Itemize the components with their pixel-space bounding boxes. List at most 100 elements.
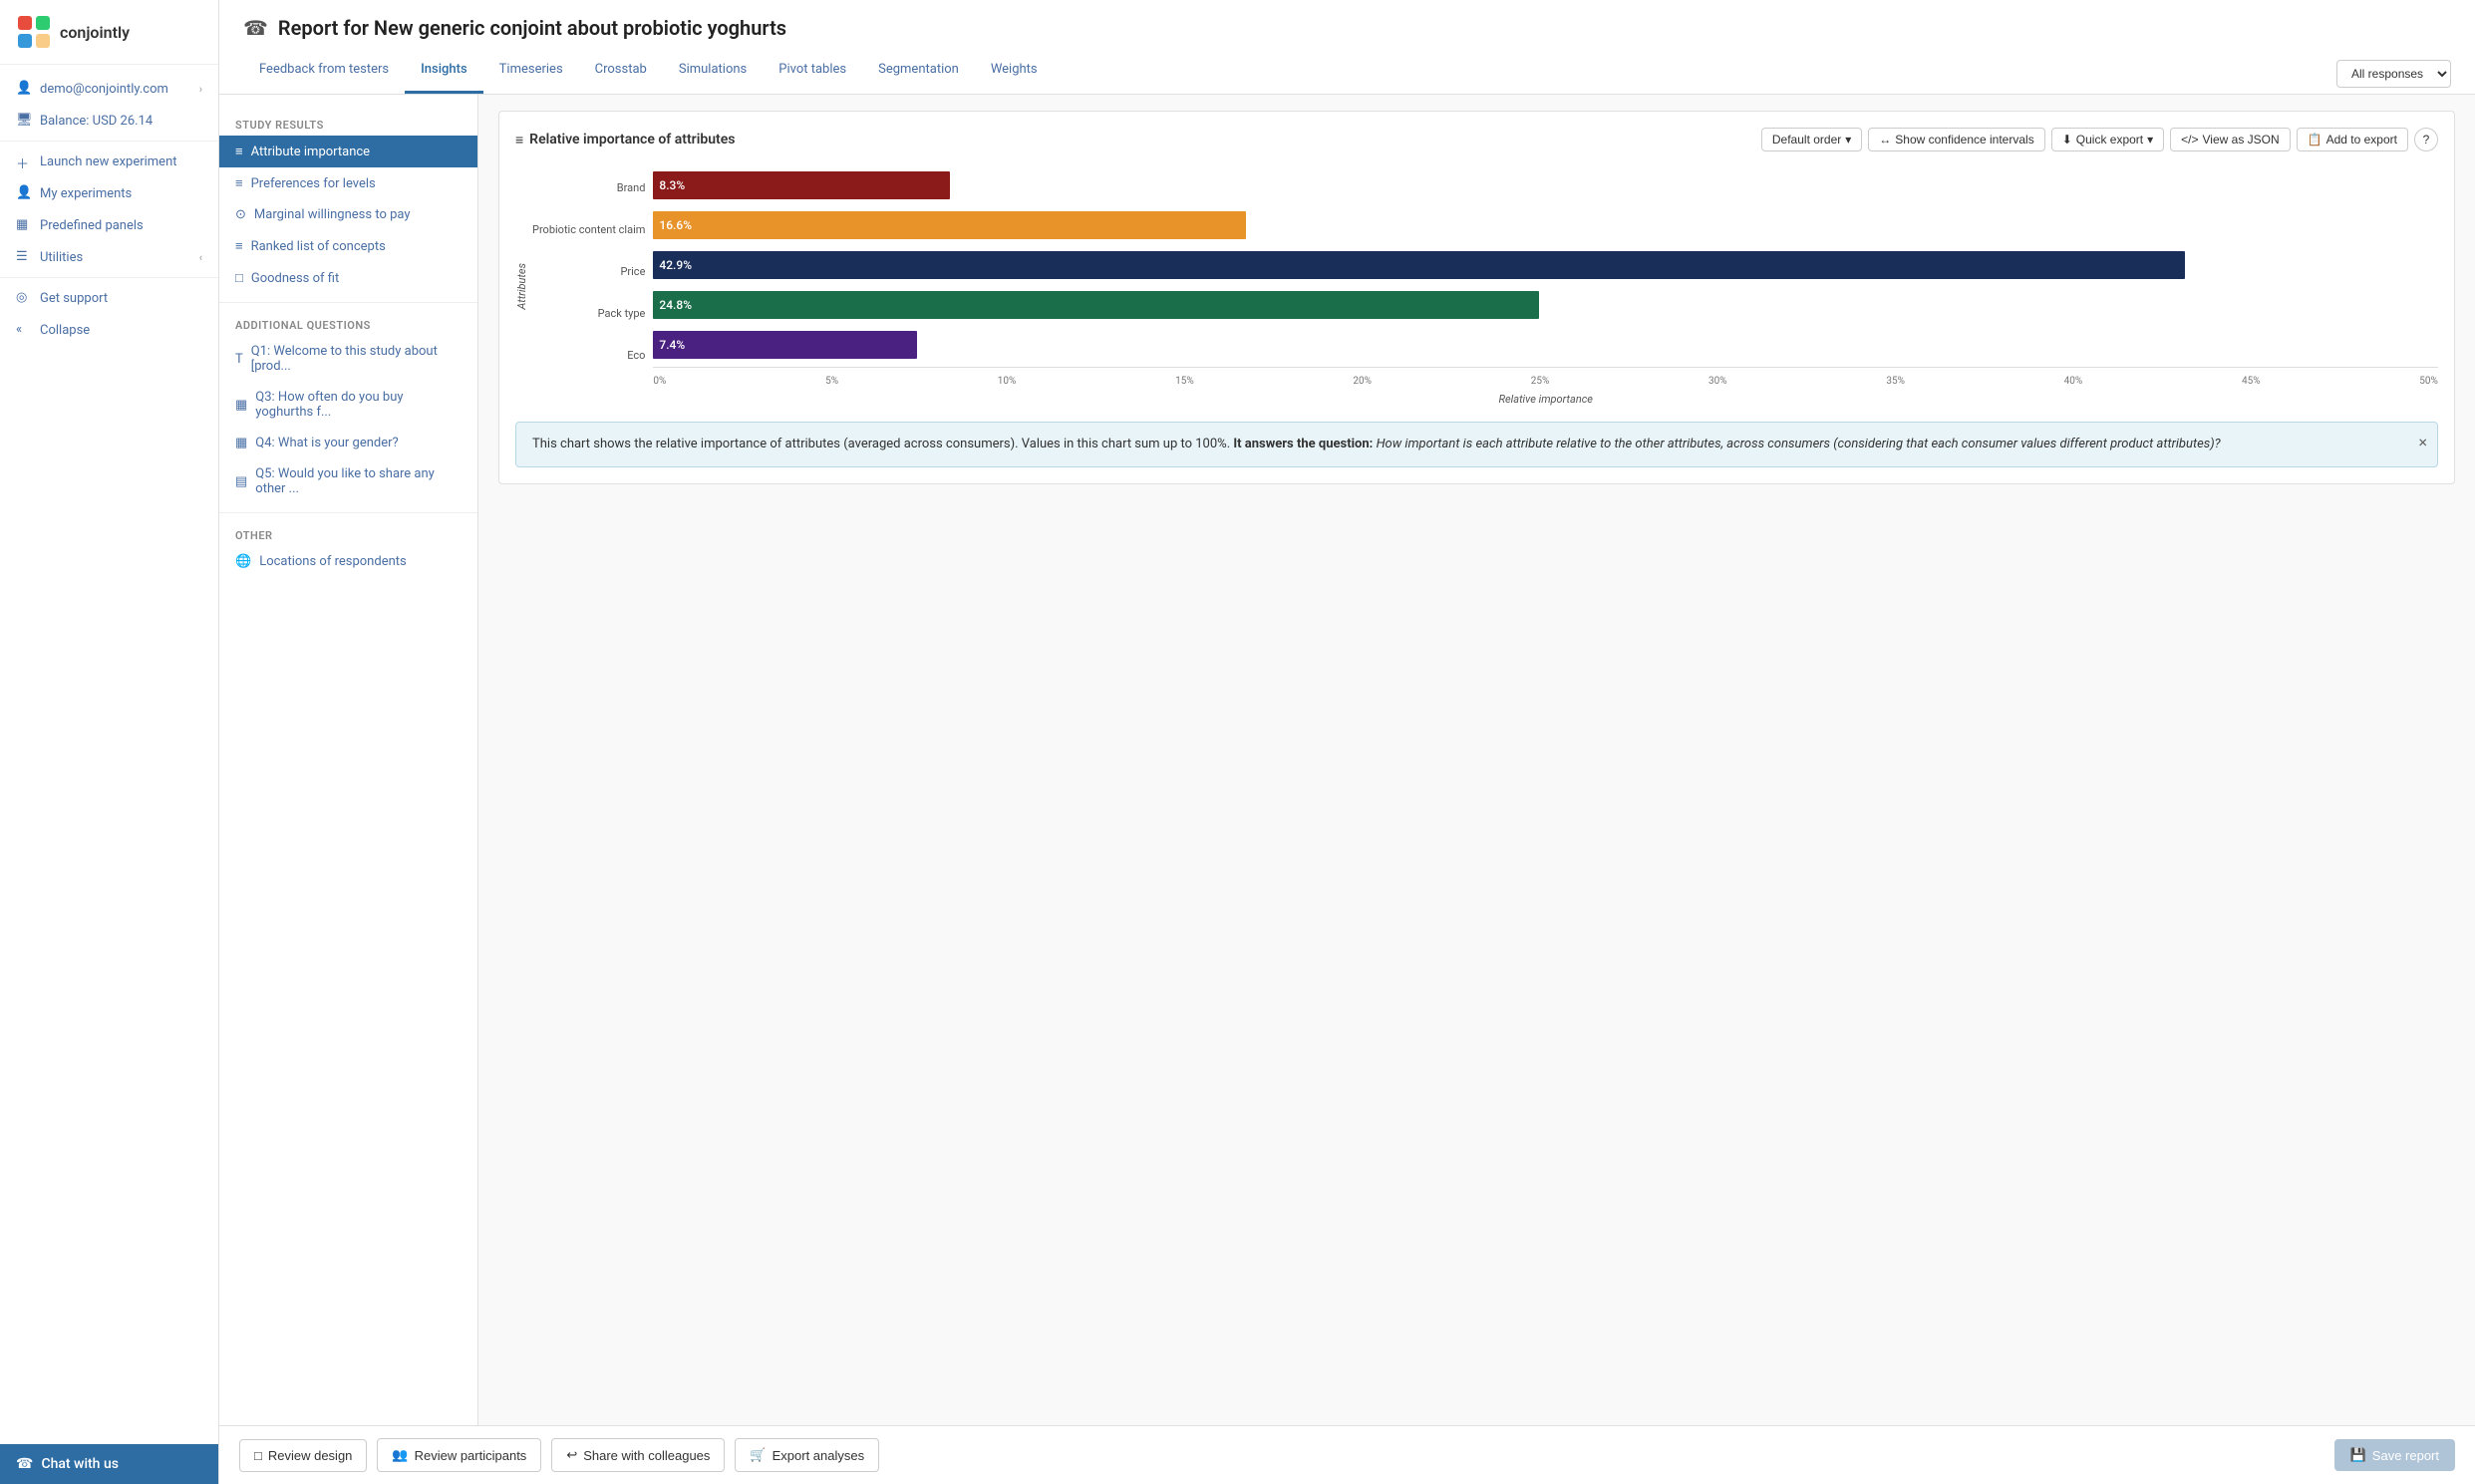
panel-item-locations[interactable]: 🌐 Locations of respondents (219, 546, 477, 577)
plus-icon: ＋ (16, 153, 32, 169)
q1-icon: T (235, 352, 243, 367)
tab-pivot[interactable]: Pivot tables (763, 54, 862, 94)
sidebar-nav: 👤 demo@conjointly.com › 🖥 Balance: USD 2… (0, 65, 218, 354)
panel-item-ranked-list[interactable]: ≡ Ranked list of concepts (219, 230, 477, 262)
panel-separator-1 (219, 302, 477, 303)
panel-item-willingness-to-pay[interactable]: ⊙ Marginal willingness to pay (219, 199, 477, 230)
add-to-export-button[interactable]: 📋 Add to export (2297, 128, 2408, 151)
panel-item-locations-label: Locations of respondents (259, 554, 407, 569)
code-icon: </> (2181, 133, 2198, 147)
panels-icon: ▦ (16, 217, 32, 233)
sidebar-item-support-label: Get support (40, 291, 108, 306)
tabs-bar: Feedback from testers Insights Timeserie… (243, 54, 2451, 94)
bar-row-eco: 7.4% (653, 327, 2438, 363)
sidebar-item-user[interactable]: 👤 demo@conjointly.com › (0, 73, 218, 105)
export-chevron-icon: ▾ (2147, 133, 2153, 147)
left-panel: Study results ≡ Attribute importance ≡ P… (219, 95, 478, 1425)
tab-simulations[interactable]: Simulations (663, 54, 763, 94)
right-panel: ≡ Relative importance of attributes Defa… (478, 95, 2475, 1425)
review-participants-button[interactable]: 👥 Review participants (377, 1438, 541, 1472)
preferences-icon: ≡ (235, 175, 243, 191)
panel-item-q1[interactable]: T Q1: Welcome to this study about [prod.… (219, 336, 477, 382)
tab-timeseries[interactable]: Timeseries (483, 54, 579, 94)
panel-item-q4-label: Q4: What is your gender? (255, 436, 398, 450)
sidebar-item-balance-label: Balance: USD 26.14 (40, 114, 153, 129)
save-report-button[interactable]: 💾 Save report (2334, 1439, 2455, 1471)
ranked-list-icon: ≡ (235, 238, 243, 254)
sidebar-item-collapse[interactable]: « Collapse (0, 314, 218, 346)
info-text-bold: It answers the question: (1233, 437, 1373, 451)
sidebar-item-balance[interactable]: 🖥 Balance: USD 26.14 (0, 105, 218, 137)
tab-insights[interactable]: Insights (405, 54, 483, 94)
panel-item-q5-label: Q5: Would you like to share any other ..… (255, 466, 462, 496)
share-button[interactable]: ↩ Share with colleagues (551, 1438, 725, 1472)
panel-item-goodness-label: Goodness of fit (251, 271, 339, 286)
conjointly-logo-icon (16, 14, 52, 50)
user-icon: 👤 (16, 81, 32, 97)
panel-item-preferences[interactable]: ≡ Preferences for levels (219, 167, 477, 199)
x-axis: 0%5%10%15%20%25%30%35%40%45%50% (653, 367, 2438, 387)
attribute-importance-icon: ≡ (235, 144, 243, 159)
info-box: × This chart shows the relative importan… (515, 422, 2438, 467)
tab-weights[interactable]: Weights (975, 54, 1054, 94)
dropdown-icon: ▾ (1845, 133, 1851, 147)
tab-segmentation[interactable]: Segmentation (862, 54, 975, 94)
sidebar-item-utilities[interactable]: ☰ Utilities ‹ (0, 241, 218, 273)
goodness-icon: □ (235, 270, 243, 286)
export-analyses-button[interactable]: 🛒 Export analyses (735, 1438, 879, 1472)
chat-icon: ☎ (16, 1456, 33, 1472)
sidebar-item-experiments[interactable]: 👤 My experiments (0, 177, 218, 209)
panel-item-attribute-importance[interactable]: ≡ Attribute importance (219, 136, 477, 167)
default-order-button[interactable]: Default order ▾ (1761, 128, 1862, 151)
panel-item-willingness-label: Marginal willingness to pay (254, 207, 411, 222)
footer: □ Review design 👥 Review participants ↩ … (219, 1425, 2475, 1484)
sidebar-item-launch[interactable]: ＋ Launch new experiment (0, 146, 218, 177)
chat-button[interactable]: ☎ Chat with us (0, 1444, 218, 1484)
panel-item-goodness[interactable]: □ Goodness of fit (219, 262, 477, 294)
download-icon: ⬇ (2062, 133, 2072, 147)
panel-item-q3[interactable]: ▦ Q3: How often do you buy yoghurths f..… (219, 382, 477, 428)
report-icon: ☎ (243, 16, 268, 40)
review-design-button[interactable]: □ Review design (239, 1439, 367, 1472)
x-label-35%: 35% (1886, 376, 1905, 387)
page-title: Report for New generic conjoint about pr… (278, 16, 786, 40)
info-text-italic: How important is each attribute relative… (1377, 437, 2221, 451)
support-icon: ◎ (16, 290, 32, 306)
x-label-25%: 25% (1531, 376, 1550, 387)
chart-title-icon: ≡ (515, 132, 523, 148)
tab-feedback[interactable]: Feedback from testers (243, 54, 405, 94)
chart-controls: Default order ▾ ↔ Show confidence interv… (1761, 128, 2438, 151)
responses-select[interactable]: All responses (2336, 60, 2451, 88)
panel-item-q4[interactable]: ▦ Q4: What is your gender? (219, 428, 477, 458)
y-axis-title-container: Attributes (515, 167, 532, 406)
panel-item-ranked-list-label: Ranked list of concepts (251, 239, 386, 254)
tab-crosstab[interactable]: Crosstab (579, 54, 663, 94)
sidebar-item-utilities-label: Utilities (40, 250, 83, 265)
info-text-start: This chart shows the relative importance… (532, 437, 1230, 451)
utilities-icon: ☰ (16, 249, 32, 265)
sidebar-item-support[interactable]: ◎ Get support (0, 282, 218, 314)
panel-item-q5[interactable]: ▤ Q5: Would you like to share any other … (219, 458, 477, 504)
export-icon: 🛒 (750, 1447, 766, 1463)
bar-brand: 8.3% (653, 171, 949, 199)
info-box-close-button[interactable]: × (2418, 431, 2427, 454)
x-label-30%: 30% (1708, 376, 1727, 387)
logo: conjointly (0, 0, 218, 65)
content-area: Study results ≡ Attribute importance ≡ P… (219, 95, 2475, 1425)
balance-icon: 🖥 (16, 113, 32, 129)
study-results-title: Study results (219, 111, 477, 136)
willingness-icon: ⊙ (235, 207, 246, 222)
y-axis-title: Attributes (515, 263, 528, 310)
y-label-eco: Eco (532, 337, 645, 373)
sidebar-item-user-label: demo@conjointly.com (40, 82, 168, 97)
y-label-probiotic: Probiotic content claim (532, 212, 645, 248)
chart-header: ≡ Relative importance of attributes Defa… (515, 128, 2438, 151)
sidebar-item-panels[interactable]: ▦ Predefined panels (0, 209, 218, 241)
sidebar-divider-2 (0, 277, 218, 278)
quick-export-button[interactable]: ⬇ Quick export ▾ (2051, 128, 2164, 151)
confidence-intervals-button[interactable]: ↔ Show confidence intervals (1868, 128, 2044, 151)
other-title: Other (219, 521, 477, 546)
view-json-button[interactable]: </> View as JSON (2170, 128, 2291, 151)
x-label-20%: 20% (1353, 376, 1372, 387)
help-button[interactable]: ? (2414, 128, 2438, 151)
